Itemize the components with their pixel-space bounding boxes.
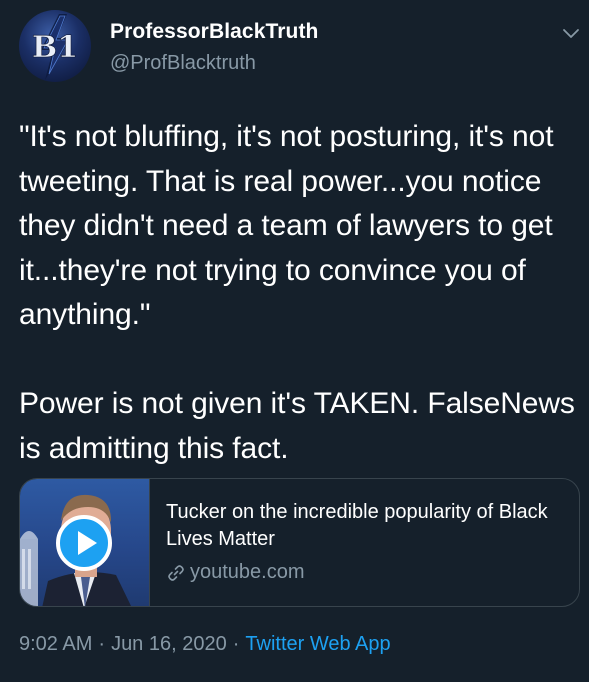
tweet-meta: 9:02 AM · Jun 16, 2020 · Twitter Web App xyxy=(19,633,391,656)
card-title[interactable]: Tucker on the incredible popularity of B… xyxy=(166,499,566,553)
separator-dot: · xyxy=(98,633,106,655)
avatar-logo: B1 xyxy=(32,14,78,80)
tweet-date[interactable]: Jun 16, 2020 xyxy=(111,633,227,655)
video-thumbnail[interactable] xyxy=(20,479,150,606)
play-icon[interactable] xyxy=(56,515,112,571)
tweet-time[interactable]: 9:02 AM xyxy=(19,633,92,655)
tweet-source-link[interactable]: Twitter Web App xyxy=(245,633,390,655)
separator-dot: · xyxy=(232,633,240,655)
display-name[interactable]: ProfessorBlackTruth xyxy=(110,20,318,44)
link-icon xyxy=(168,564,184,581)
card-domain[interactable]: youtube.com xyxy=(166,561,305,584)
user-handle[interactable]: @ProfBlacktruth xyxy=(110,52,256,75)
tweet-text: "It's not bluffing, it's not posturing, … xyxy=(19,120,575,465)
chevron-down-icon[interactable] xyxy=(560,22,582,44)
link-card[interactable]: Tucker on the incredible popularity of B… xyxy=(19,478,580,607)
avatar[interactable]: B1 xyxy=(19,10,91,82)
card-domain-text: youtube.com xyxy=(190,561,305,583)
avatar-text: B1 xyxy=(32,30,78,65)
